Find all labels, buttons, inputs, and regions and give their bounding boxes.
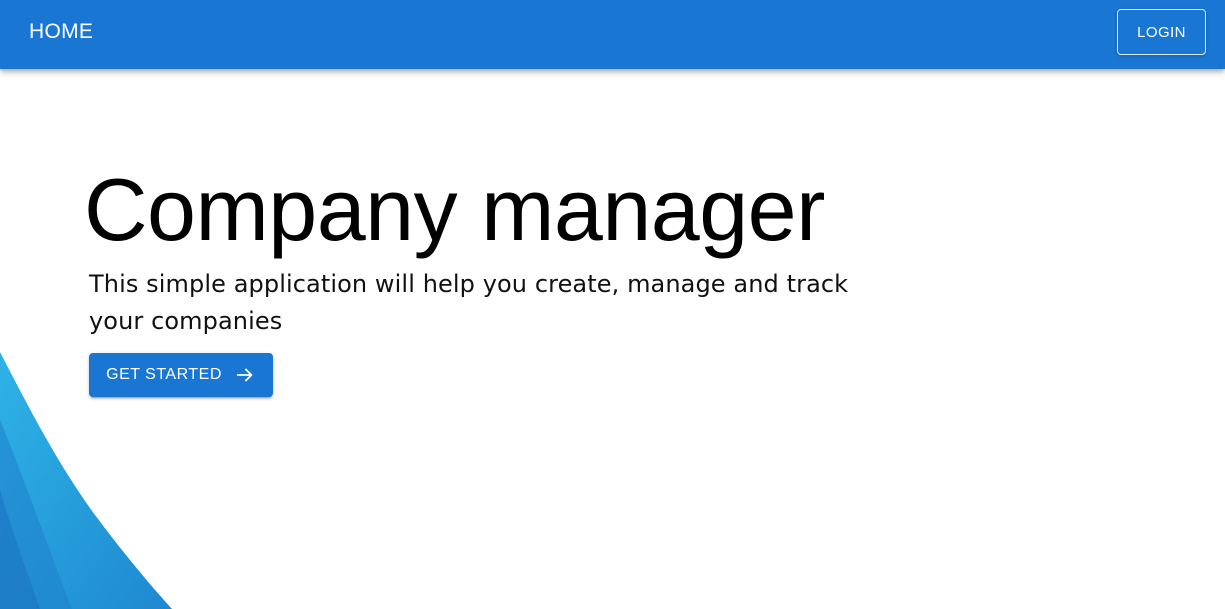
arrow-right-icon xyxy=(234,364,256,386)
hero-subtitle: This simple application will help you cr… xyxy=(89,270,849,335)
login-button[interactable]: LOGIN xyxy=(1117,9,1206,55)
home-link[interactable]: HOME xyxy=(29,19,93,45)
get-started-label: GET STARTED xyxy=(106,366,222,383)
app-bar: HOME LOGIN xyxy=(0,0,1225,69)
page-title: Company manager xyxy=(84,160,825,259)
hero-section: Company manager This simple application … xyxy=(0,0,1225,609)
get-started-button[interactable]: GET STARTED xyxy=(89,353,273,397)
